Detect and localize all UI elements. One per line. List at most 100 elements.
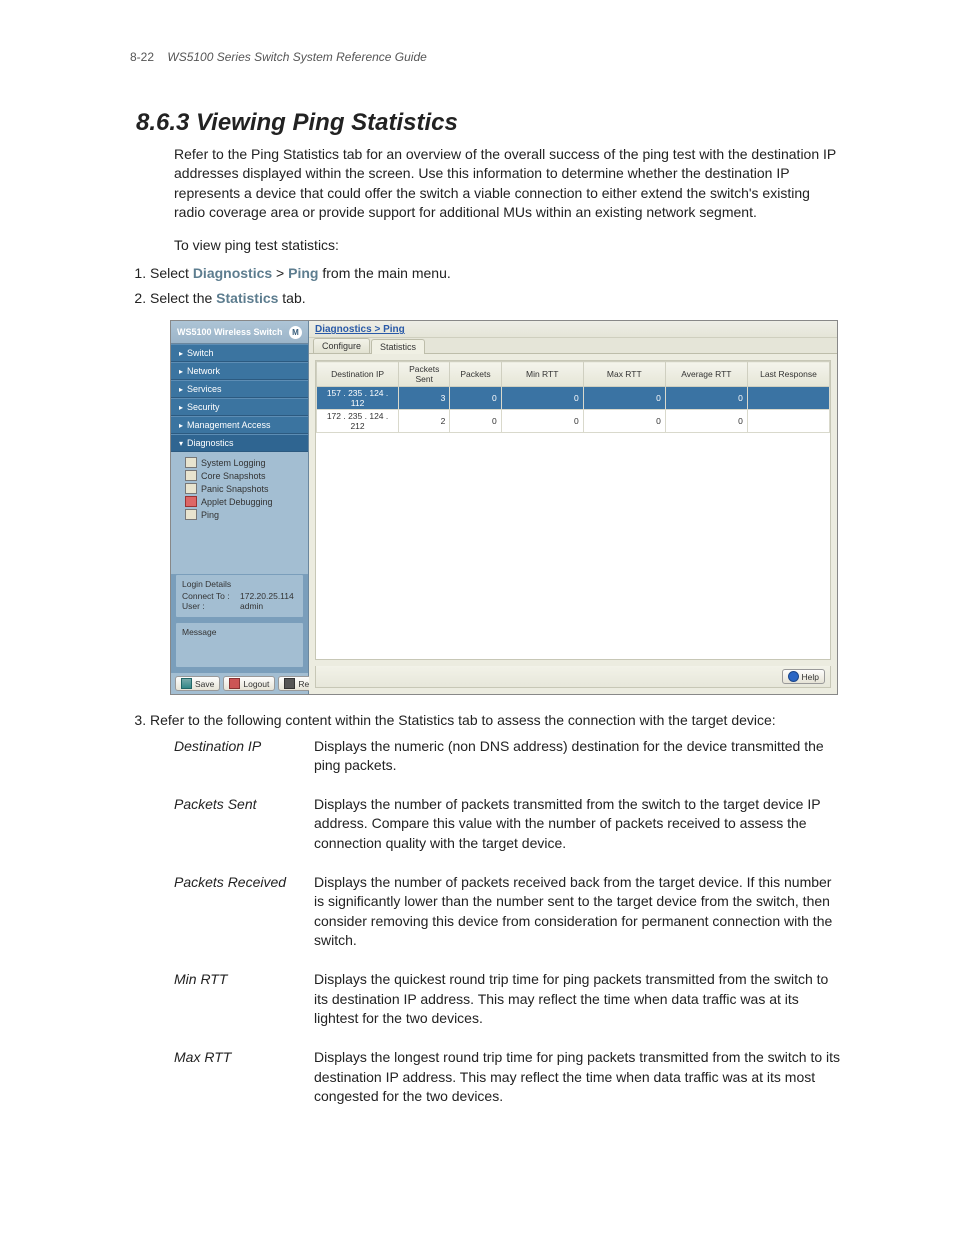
save-icon — [181, 678, 192, 689]
cell-max-rtt: 0 — [583, 410, 665, 433]
nav-security[interactable]: ▸Security — [171, 398, 308, 416]
kw-diagnostics: Diagnostics — [193, 265, 272, 281]
statistics-grid: Destination IP Packets Sent Packets Min … — [315, 360, 831, 660]
nav-panic-label: Panic Snapshots — [201, 484, 269, 494]
nav-network[interactable]: ▸ Network — [171, 362, 308, 380]
login-details-box: Login Details Connect To :172.20.25.114 … — [175, 574, 304, 618]
step-1-post: from the main menu. — [318, 265, 450, 281]
def-term: Destination IP — [174, 737, 314, 776]
brand-bar: WS5100 Wireless Switch M — [171, 321, 308, 344]
cell-packets-received: 0 — [450, 410, 501, 433]
chevron-down-icon: ▾ — [179, 439, 183, 448]
def-desc: Displays the longest round trip time for… — [314, 1048, 844, 1106]
cell-min-rtt: 0 — [501, 410, 583, 433]
help-button[interactable]: Help — [782, 669, 825, 684]
page-icon — [185, 457, 197, 468]
chevron-right-icon: ▸ — [179, 367, 183, 376]
step-3: Refer to the following content within th… — [150, 711, 844, 730]
nav-diag-label: Diagnostics — [187, 438, 234, 448]
nav-system-logging[interactable]: System Logging — [185, 456, 308, 469]
nav-management-access[interactable]: ▸ Management Access — [171, 416, 308, 434]
col-min-rtt[interactable]: Min RTT — [501, 362, 583, 387]
page-number: 8-22 — [130, 50, 154, 64]
col-packets-sent[interactable]: Packets Sent — [399, 362, 450, 387]
step-1: Select Diagnostics > Ping from the main … — [150, 264, 844, 283]
nav-panic-snapshots[interactable]: Panic Snapshots — [185, 482, 308, 495]
save-button-label: Save — [195, 679, 214, 689]
running-header: 8-22 WS5100 Series Switch System Referen… — [130, 50, 844, 64]
col-packets-received[interactable]: Packets — [450, 362, 501, 387]
nav-menu: ▸Switch ▸Network ▸Services ▸Security ▸Ma… — [171, 344, 308, 452]
nav-diagnostics-subtree: System Logging Core Snapshots Panic Snap… — [171, 452, 308, 525]
cell-average-rtt: 0 — [665, 410, 747, 433]
chevron-right-icon: ▸ — [179, 421, 183, 430]
applet-icon — [185, 496, 197, 507]
col-average-rtt[interactable]: Average RTT — [665, 362, 747, 387]
chevron-right-icon: ▸ — [179, 349, 183, 358]
def-term: Min RTT — [174, 970, 314, 1028]
chevron-right-icon: ▸ — [179, 403, 183, 412]
main-pane: Diagnostics > Ping Configure Statistics … — [309, 321, 837, 694]
cell-destination-ip: 157 . 235 . 124 . 112 — [317, 387, 399, 410]
cell-packets-sent: 3 — [399, 387, 450, 410]
logout-icon — [229, 678, 240, 689]
cell-packets-received: 0 — [450, 387, 501, 410]
def-desc: Displays the numeric (non DNS address) d… — [314, 737, 844, 776]
steps-list-continued: Refer to the following content within th… — [130, 711, 844, 730]
sidebar-button-row: Save Logout Refresh — [171, 672, 308, 694]
nav-ping[interactable]: Ping — [185, 508, 308, 521]
brand-logo-icon: M — [289, 326, 302, 339]
help-button-label: Help — [802, 672, 819, 682]
def-term: Packets Sent — [174, 795, 314, 853]
def-desc: Displays the number of packets transmitt… — [314, 795, 844, 853]
def-term: Packets Received — [174, 873, 314, 950]
col-max-rtt[interactable]: Max RTT — [583, 362, 665, 387]
kw-statistics: Statistics — [216, 290, 278, 306]
app-screenshot: WS5100 Wireless Switch M ▸ Switch ▸ Networ… — [170, 320, 838, 695]
save-button[interactable]: Save — [175, 676, 220, 691]
nav-ping-label: Ping — [201, 510, 219, 520]
tab-row: Configure Statistics — [309, 338, 837, 354]
step-2-post: tab. — [278, 290, 305, 306]
nav-mgmt-label: Management Access — [187, 420, 271, 430]
nav-switch[interactable]: ▸ Switch — [171, 344, 308, 362]
doc-title: WS5100 Series Switch System Reference Gu… — [167, 50, 426, 64]
nav-syslog-label: System Logging — [201, 458, 266, 468]
cell-last-response — [747, 410, 829, 433]
nav-network-label: Network — [187, 366, 220, 376]
nav-core-snapshots[interactable]: Core Snapshots — [185, 469, 308, 482]
breadcrumb: Diagnostics > Ping — [309, 321, 837, 338]
intro-paragraph: Refer to the Ping Statistics tab for an … — [174, 145, 844, 222]
cell-last-response — [747, 387, 829, 410]
help-icon — [788, 671, 799, 682]
col-last-response[interactable]: Last Response — [747, 362, 829, 387]
sidebar: WS5100 Wireless Switch M ▸ Switch ▸ Networ… — [171, 321, 309, 694]
tab-statistics[interactable]: Statistics — [371, 339, 425, 354]
nav-switch-label: Switch — [187, 348, 214, 358]
step-2-pre: Select the — [150, 290, 216, 306]
logout-button[interactable]: Logout — [223, 676, 275, 691]
col-destination-ip[interactable]: Destination IP — [317, 362, 399, 387]
message-legend: Message — [182, 627, 297, 637]
tab-configure[interactable]: Configure — [313, 338, 370, 353]
logout-button-label: Logout — [243, 679, 269, 689]
message-box: Message — [175, 622, 304, 668]
table-row[interactable]: 157 . 235 . 124 . 112 3 0 0 0 0 — [317, 387, 830, 410]
cell-packets-sent: 2 — [399, 410, 450, 433]
table-header-row: Destination IP Packets Sent Packets Min … — [317, 362, 830, 387]
nav-services[interactable]: ▸Services — [171, 380, 308, 398]
nav-diagnostics[interactable]: ▾ Diagnostics — [171, 434, 308, 452]
cell-destination-ip: 172 . 235 . 124 . 212 — [317, 410, 399, 433]
step-2: Select the Statistics tab. — [150, 289, 844, 308]
def-term: Max RTT — [174, 1048, 314, 1106]
login-details-legend: Login Details — [182, 579, 297, 589]
lead-paragraph: To view ping test statistics: — [174, 236, 844, 255]
table-row[interactable]: 172 . 235 . 124 . 212 2 0 0 0 0 — [317, 410, 830, 433]
nav-applet-debugging[interactable]: Applet Debugging — [185, 495, 308, 508]
cell-max-rtt: 0 — [583, 387, 665, 410]
cell-average-rtt: 0 — [665, 387, 747, 410]
refresh-icon — [284, 678, 295, 689]
nav-services-label: Services — [187, 384, 222, 394]
statistics-table: Destination IP Packets Sent Packets Min … — [316, 361, 830, 433]
page-icon — [185, 483, 197, 494]
